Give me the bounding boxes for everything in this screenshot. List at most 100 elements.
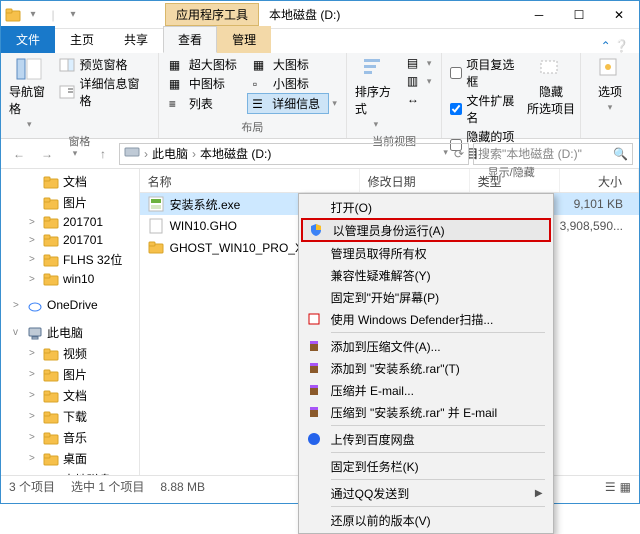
qat-dropdown-icon[interactable]: ▾	[25, 7, 41, 23]
tree-item-label: 下载	[63, 408, 87, 425]
help-button[interactable]: ⌃ ❔	[591, 39, 639, 53]
tree-item[interactable]: >音乐	[1, 427, 139, 448]
view-details-icon[interactable]: ☰	[605, 480, 616, 494]
tree-item[interactable]: >本地磁盘 (C:)	[1, 469, 139, 475]
nav-tree[interactable]: 文档图片>201701>201701>FLHS 32位>win10>OneDri…	[1, 169, 140, 475]
tree-twisty-icon[interactable]: >	[29, 474, 39, 475]
menu-item[interactable]: 上传到百度网盘	[301, 428, 551, 450]
list-label: 列表	[189, 95, 213, 112]
file-name: 安装系统.exe	[170, 196, 241, 213]
tree-item[interactable]: >FLHS 32位	[1, 249, 139, 270]
tree-item[interactable]: >文档	[1, 385, 139, 406]
menu-item[interactable]: 使用 Windows Defender扫描...	[301, 308, 551, 330]
tree-item[interactable]: >OneDrive	[1, 296, 139, 314]
column-headers[interactable]: 名称 修改日期 类型 大小	[140, 169, 639, 193]
menu-item[interactable]: 添加到压缩文件(A)...	[301, 335, 551, 357]
tab-file[interactable]: 文件	[1, 26, 55, 53]
preview-pane-button[interactable]: 预览窗格	[55, 55, 151, 74]
tree-twisty-icon[interactable]: >	[29, 274, 39, 285]
view-opt-2[interactable]: ▥▾	[403, 73, 436, 89]
tree-twisty-icon[interactable]: v	[13, 327, 23, 338]
tab-home[interactable]: 主页	[55, 26, 109, 53]
breadcrumb-sep[interactable]: ›	[192, 147, 196, 161]
breadcrumb-this-pc[interactable]: 此电脑	[152, 145, 188, 162]
tab-view[interactable]: 查看	[163, 26, 217, 53]
menu-item[interactable]: 还原以前的版本(V)	[301, 509, 551, 531]
file-ext-toggle[interactable]: 文件扩展名	[448, 91, 524, 127]
menu-item[interactable]: 添加到 "安装系统.rar"(T)	[301, 357, 551, 379]
layout-md-icons[interactable]: ▦中图标	[165, 74, 249, 93]
group-by-icon: ▤	[407, 56, 423, 70]
forward-button[interactable]: →	[35, 142, 59, 166]
layout-xl-icons[interactable]: ▦超大图标	[165, 55, 249, 74]
folder-icon	[43, 347, 59, 361]
tree-twisty-icon[interactable]: >	[29, 411, 39, 422]
tree-twisty-icon[interactable]: >	[29, 235, 39, 246]
tab-manage[interactable]: 管理	[217, 26, 271, 53]
menu-item[interactable]: 压缩并 E-mail...	[301, 379, 551, 401]
menu-item[interactable]: 固定到任务栏(K)	[301, 455, 551, 477]
view-thumbnails-icon[interactable]: ▦	[620, 480, 631, 494]
tab-share[interactable]: 共享	[109, 26, 163, 53]
tree-twisty-icon[interactable]: >	[29, 369, 39, 380]
tree-item[interactable]: 文档	[1, 171, 139, 192]
nav-pane-button[interactable]: 导航窗格 ▾	[7, 55, 51, 132]
back-button[interactable]: ←	[7, 142, 31, 166]
tree-twisty-icon[interactable]: >	[29, 390, 39, 401]
layout-list[interactable]: ≡列表	[165, 94, 247, 113]
tree-item[interactable]: >桌面	[1, 448, 139, 469]
search-box[interactable]: 搜索"本地磁盘 (D:)" 🔍	[473, 143, 633, 165]
breadcrumb-sep[interactable]: ›	[144, 147, 148, 161]
item-checkboxes-toggle[interactable]: 项目复选框	[448, 55, 524, 91]
tree-twisty-icon[interactable]: >	[29, 432, 39, 443]
col-type[interactable]: 类型	[470, 169, 560, 192]
layout-sm-icons[interactable]: ▫小图标	[249, 74, 333, 93]
menu-item[interactable]: 管理员取得所有权	[301, 242, 551, 264]
menu-item[interactable]: 打开(O)	[301, 196, 551, 218]
sort-by-button[interactable]: 排序方式▾	[353, 55, 399, 132]
details-pane-button[interactable]: 详细信息窗格	[55, 74, 151, 110]
item-checkboxes-checkbox[interactable]	[450, 67, 462, 79]
address-field[interactable]: › 此电脑 › 本地磁盘 (D:) ▾ ⟳	[119, 143, 469, 165]
layout-details[interactable]: ☰详细信息	[247, 93, 329, 114]
refresh-icon[interactable]: ⟳	[454, 147, 464, 161]
menu-item[interactable]: 固定到"开始"屏幕(P)	[301, 286, 551, 308]
tree-twisty-icon[interactable]: >	[29, 217, 39, 228]
col-name[interactable]: 名称	[140, 169, 360, 192]
menu-separator	[331, 452, 545, 453]
menu-item[interactable]: 压缩到 "安装系统.rar" 并 E-mail	[301, 401, 551, 423]
tree-twisty-icon[interactable]: >	[13, 300, 23, 311]
maximize-button[interactable]: ☐	[559, 2, 599, 28]
up-button[interactable]: ↑	[91, 142, 115, 166]
file-ext-checkbox[interactable]	[450, 103, 462, 115]
tree-item[interactable]: >201701	[1, 231, 139, 249]
minimize-button[interactable]: ─	[519, 2, 559, 28]
menu-item[interactable]: 通过QQ发送到▶	[301, 482, 551, 504]
menu-item[interactable]: 兼容性疑难解答(Y)	[301, 264, 551, 286]
layout-more-icon[interactable]: ▾	[329, 98, 340, 109]
hide-selected-button[interactable]: 隐藏 所选项目	[528, 55, 574, 119]
tree-item[interactable]: > 下载	[1, 406, 139, 427]
history-dropdown[interactable]: ▾	[63, 142, 87, 166]
menu-item[interactable]: 以管理员身份运行(A)	[301, 218, 551, 242]
col-size[interactable]: 大小	[560, 169, 639, 192]
tree-twisty-icon[interactable]: >	[29, 254, 39, 265]
context-tab[interactable]: 应用程序工具	[165, 3, 259, 26]
view-opt-3[interactable]: ↔	[403, 91, 436, 107]
qat-customize-icon[interactable]: ▾	[65, 7, 81, 23]
tree-item[interactable]: >视频	[1, 343, 139, 364]
tree-item[interactable]: v此电脑	[1, 322, 139, 343]
tree-item[interactable]: >图片	[1, 364, 139, 385]
view-opt-1[interactable]: ▤▾	[403, 55, 436, 71]
tree-twisty-icon[interactable]: >	[29, 348, 39, 359]
tree-twisty-icon[interactable]: >	[29, 453, 39, 464]
layout-lg-icons[interactable]: ▦大图标	[249, 55, 333, 74]
close-button[interactable]: ✕	[599, 2, 639, 28]
breadcrumb-drive[interactable]: 本地磁盘 (D:)	[200, 145, 271, 162]
col-date[interactable]: 修改日期	[360, 169, 470, 192]
tree-item[interactable]: 图片	[1, 192, 139, 213]
options-button[interactable]: 选项▾	[587, 55, 633, 115]
tree-item[interactable]: >201701	[1, 213, 139, 231]
addr-dropdown-icon[interactable]: ▾	[443, 147, 448, 161]
tree-item[interactable]: >win10	[1, 270, 139, 288]
